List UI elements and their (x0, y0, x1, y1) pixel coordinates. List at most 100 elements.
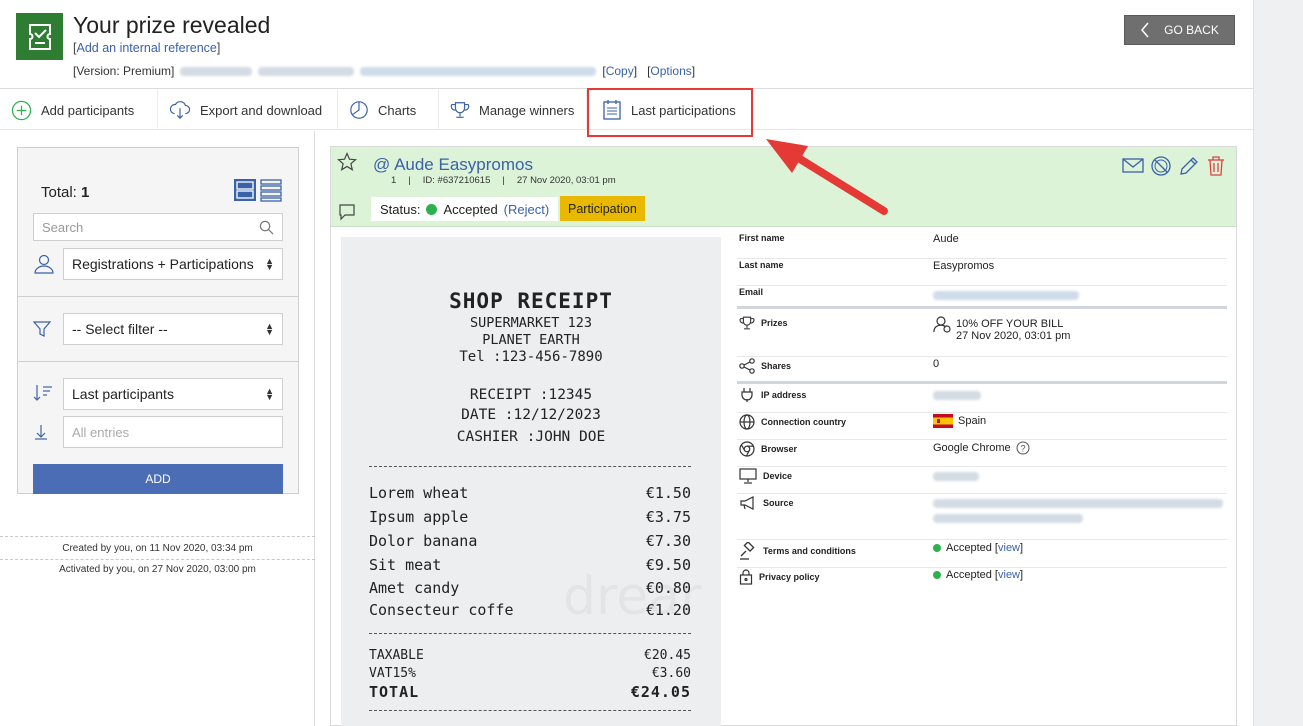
receipt-item: Lorem wheat €1.50 (369, 484, 691, 502)
participant-meta: 1 | ID: #637210615 | 27 Nov 2020, 03:01 pm (391, 175, 616, 186)
participant-card: @ Aude Easypromos 1 | ID: #637210615 | 27 … (330, 146, 1237, 726)
receipt-title: SHOP RECEIPT (449, 289, 613, 313)
mail-icon[interactable] (1122, 155, 1144, 175)
version-label: [Version: Premium] (73, 64, 175, 78)
export-download-tab[interactable]: Export and download (158, 90, 338, 130)
card-view-icon[interactable] (233, 178, 257, 202)
detail-last-name: Last name Easypromos (737, 260, 1227, 286)
created-info: Created by you, on 11 Nov 2020, 03:34 pm (0, 536, 315, 560)
redacted-url (360, 66, 597, 76)
receipt-vat: VAT15% €3.60 (369, 666, 691, 681)
detail-device: Device (737, 468, 1227, 494)
manage-winners-label: Manage winners (479, 102, 575, 118)
redacted-code (180, 66, 253, 76)
options-link[interactable]: Options (650, 64, 691, 78)
star-icon[interactable] (337, 152, 357, 172)
receipt-location: PLANET EARTH (482, 332, 580, 348)
spain-flag-icon (933, 414, 953, 428)
contest-logo (16, 13, 63, 60)
select-arrows-icon: ▲ ▼ (265, 321, 274, 337)
charts-label: Charts (378, 102, 417, 118)
go-back-button[interactable]: GO BACK (1124, 15, 1235, 45)
redacted-ip (933, 391, 981, 400)
redacted-email (933, 291, 1079, 300)
terms-view-link[interactable]: view (998, 542, 1020, 554)
page-header: Your prize revealed [Add an internal ref… (0, 0, 1253, 89)
receipt-taxable: TAXABLE €20.45 (369, 648, 691, 663)
page-title: Your prize revealed (73, 12, 271, 38)
highlight-box (587, 88, 753, 137)
filter-select[interactable]: -- Select filter -- ▲ ▼ (63, 313, 283, 345)
receipt-store: SUPERMARKET 123 (470, 315, 592, 331)
trophy-icon (450, 102, 470, 118)
redacted-name (258, 66, 355, 76)
charts-tab[interactable]: Charts (338, 90, 439, 130)
user-prize-icon (933, 316, 951, 333)
go-back-label: GO BACK (1164, 23, 1219, 37)
plug-icon (741, 388, 753, 402)
redacted-source-line1 (933, 499, 1223, 508)
receipt-item: Amet candy €0.80 (369, 579, 691, 597)
status-box: Status: Accepted (Reject) (371, 197, 559, 221)
internal-reference: [Add an internal reference] (73, 41, 221, 55)
entries-input[interactable]: All entries (63, 416, 283, 448)
detail-terms: Terms and conditions Accepted [view] (737, 542, 1227, 568)
trophy-icon (739, 316, 755, 330)
add-button[interactable]: ADD (33, 464, 283, 494)
edit-icon[interactable] (1178, 155, 1200, 177)
search-icon (259, 220, 274, 235)
list-view-icon[interactable] (260, 178, 282, 202)
svg-text:?: ? (1020, 444, 1025, 454)
at-icon: @ (373, 155, 391, 174)
add-participants-tab[interactable]: Add participants (0, 90, 158, 130)
cloud-download-icon (169, 101, 191, 120)
detail-email: Email (737, 287, 1227, 309)
privacy-view-link[interactable]: view (998, 569, 1020, 581)
lock-icon (739, 569, 753, 585)
receipt-image[interactable]: drear SHOP RECEIPT SUPERMARKET 123 PLANE… (341, 237, 721, 726)
redacted-source-line2 (933, 514, 1083, 523)
manage-winners-tab[interactable]: Manage winners (439, 90, 587, 130)
scrollbar-gutter (1253, 0, 1303, 726)
monitor-icon (739, 468, 757, 484)
status-value: Accepted (443, 201, 498, 217)
detail-shares: Shares 0 (737, 358, 1227, 384)
detail-ip: IP address (737, 387, 1227, 413)
search-input[interactable]: Search (33, 213, 283, 241)
activated-info: Activated by you, on 27 Nov 2020, 03:00 … (59, 564, 256, 575)
total-count: Total: 1 (41, 184, 90, 201)
receipt-item: Sit meat €9.50 (369, 556, 691, 574)
sort-select[interactable]: Last participants ▲ ▼ (63, 378, 283, 410)
page: Your prize revealed [Add an internal ref… (0, 0, 1253, 726)
add-participants-label: Add participants (41, 102, 135, 118)
export-download-label: Export and download (200, 102, 323, 118)
add-internal-reference-link[interactable]: Add an internal reference (76, 41, 216, 55)
participant-name-row: @ Aude Easypromos (373, 155, 533, 175)
select-arrows-icon: ▲ ▼ (265, 386, 274, 402)
version-row: [Version: Premium] [Copy] [Options] (73, 64, 696, 78)
filter-panel: Total: 1 Search Registrations + Particip… (17, 147, 299, 494)
reject-link[interactable]: (Reject) (504, 202, 550, 217)
user-icon (34, 254, 54, 274)
card-actions (1122, 155, 1226, 177)
receipt-date: DATE :12/12/2023 (461, 407, 601, 423)
megaphone-icon (740, 496, 754, 510)
copy-link[interactable]: Copy (606, 64, 634, 78)
trash-icon[interactable] (1206, 155, 1226, 177)
ban-icon[interactable] (1150, 155, 1172, 177)
filter-icon (33, 321, 51, 337)
sort-icon (33, 385, 52, 401)
comment-icon[interactable] (338, 203, 356, 221)
detail-privacy: Privacy policy Accepted [view] (737, 569, 1227, 595)
globe-icon (739, 414, 755, 430)
participant-header: @ Aude Easypromos 1 | ID: #637210615 | 27 … (331, 147, 1236, 227)
participant-name-link[interactable]: Aude Easypromos (394, 155, 533, 174)
help-icon[interactable]: ? (1016, 441, 1030, 455)
receipt-item: Consecteur coffe €1.20 (369, 601, 691, 619)
view-toggle (233, 178, 282, 202)
type-select[interactable]: Registrations + Participations ▲ ▼ (63, 248, 283, 280)
search-placeholder: Search (42, 219, 84, 235)
chevron-left-icon (1141, 22, 1149, 38)
receipt-tel: Tel :123-456-7890 (459, 349, 603, 365)
accepted-dot (933, 544, 941, 552)
